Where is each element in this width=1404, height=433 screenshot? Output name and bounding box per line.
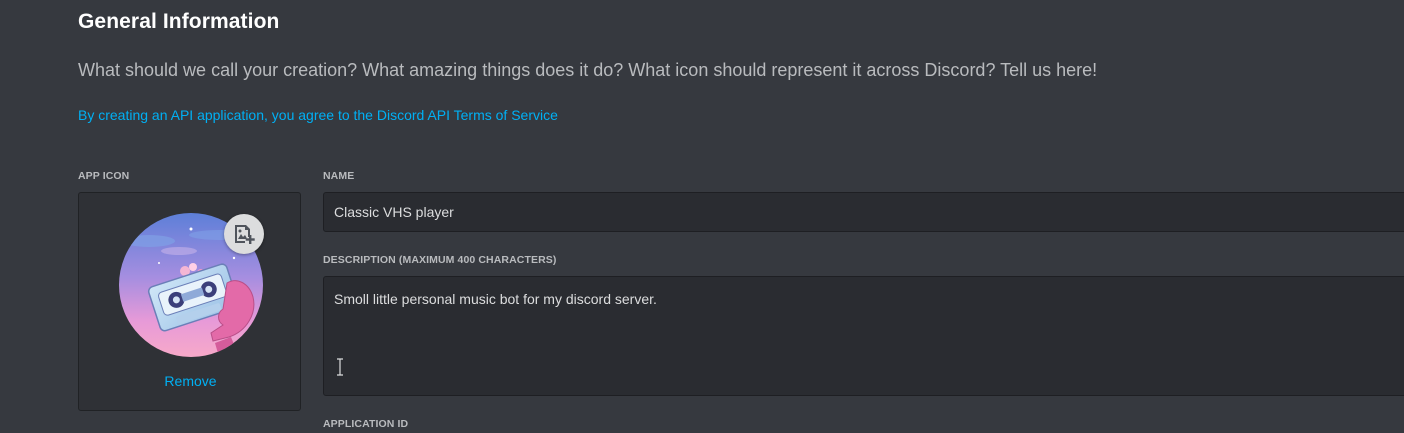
text-cursor-icon [337,358,343,376]
page-subtitle: What should we call your creation? What … [78,60,1098,80]
description-field-label: DESCRIPTION (MAXIMUM 400 CHARACTERS) [323,254,557,266]
app-icon-label: APP ICON [78,170,130,182]
page-title: General Information [78,10,280,33]
terms-of-service-link[interactable]: By creating an API application, you agre… [78,107,558,123]
remove-icon-link[interactable]: Remove [79,373,302,389]
name-field-label: NAME [323,170,355,182]
application-id-label: APPLICATION ID [323,418,409,430]
app-icon-card: Remove [78,192,301,411]
name-input[interactable]: Classic VHS player [323,192,1404,232]
upload-image-button[interactable] [224,214,264,254]
general-information-page: General Information What should we call … [0,0,1404,433]
description-textarea[interactable]: Smoll little personal music bot for my d… [323,276,1404,396]
image-add-icon [235,225,255,244]
